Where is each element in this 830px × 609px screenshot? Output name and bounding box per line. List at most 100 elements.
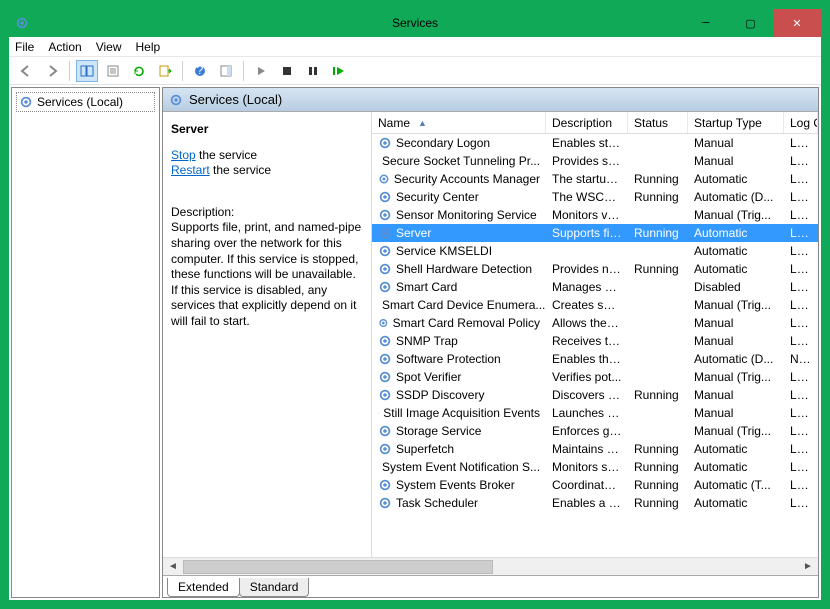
cell-description: Maintains a... [546,442,628,456]
restart-service-button[interactable] [328,60,350,82]
content-pane: Services (Local) Server Stop the service… [162,87,819,598]
pause-service-button[interactable] [302,60,324,82]
action-pane-button[interactable] [215,60,237,82]
service-icon [378,244,392,258]
cell-startup: Automatic [688,172,784,186]
cell-status: Running [628,262,688,276]
stop-service-button[interactable] [276,60,298,82]
description-text: Supports file, print, and named-pipe sha… [171,220,363,329]
cell-startup: Manual (Trig... [688,370,784,384]
help-button[interactable]: ? [189,60,211,82]
start-service-button[interactable] [250,60,272,82]
properties-button[interactable] [102,60,124,82]
cell-name: Smart Card Removal Policy [372,316,546,330]
cell-name: SSDP Discovery [372,388,546,402]
service-row[interactable]: System Events BrokerCoordinates...Runnin… [372,476,818,494]
back-button[interactable] [15,60,37,82]
minimize-button[interactable]: ─ [683,9,728,37]
cell-name: Spot Verifier [372,370,546,384]
service-row[interactable]: Service KMSELDIAutomaticLoca [372,242,818,260]
service-icon [378,226,392,240]
menu-file[interactable]: File [15,40,34,54]
maximize-button[interactable]: ▢ [728,9,773,37]
cell-description: Discovers n... [546,388,628,402]
service-icon [378,370,392,384]
cell-description: The startup ... [546,172,628,186]
forward-button[interactable] [41,60,63,82]
titlebar[interactable]: Services ─ ▢ ✕ [9,9,821,37]
cell-logon: Loca [784,442,818,456]
cell-logon: Loca [784,388,818,402]
cell-startup: Automatic [688,460,784,474]
cell-name: Service KMSELDI [372,244,546,258]
cell-logon: Loca [784,298,818,312]
refresh-button[interactable] [128,60,150,82]
service-row[interactable]: Secure Socket Tunneling Pr...Provides su… [372,152,818,170]
stop-suffix: the service [196,148,257,162]
stop-link[interactable]: Stop [171,148,196,162]
cell-status: Running [628,496,688,510]
service-row[interactable]: Smart Card Removal PolicyAllows the s...… [372,314,818,332]
cell-startup: Automatic [688,244,784,258]
cell-startup: Manual [688,316,784,330]
service-row[interactable]: Shell Hardware DetectionProvides no...Ru… [372,260,818,278]
cell-name: System Event Notification S... [372,460,546,474]
service-row[interactable]: Smart Card Device Enumera...Creates soft… [372,296,818,314]
cell-name: Task Scheduler [372,496,546,510]
cell-startup: Automatic (D... [688,352,784,366]
close-button[interactable]: ✕ [773,9,821,37]
tab-standard[interactable]: Standard [239,578,310,597]
service-row[interactable]: Smart CardManages ac...DisabledLoca [372,278,818,296]
service-row[interactable]: Still Image Acquisition EventsLaunches a… [372,404,818,422]
cell-name: Secondary Logon [372,136,546,150]
window: Services ─ ▢ ✕ File Action View Help ? [8,8,822,601]
service-row[interactable]: ServerSupports fil...RunningAutomaticLoc… [372,224,818,242]
menu-help[interactable]: Help [136,40,161,54]
h-scrollbar[interactable]: ◄ ► [163,557,818,575]
show-hide-tree-button[interactable] [76,60,98,82]
col-logon[interactable]: Log O [784,112,818,133]
scroll-track[interactable] [181,560,800,574]
service-row[interactable]: SSDP DiscoveryDiscovers n...RunningManua… [372,386,818,404]
view-tabs: Extended Standard [163,575,818,597]
service-row[interactable]: SNMP TrapReceives tra...ManualLoca [372,332,818,350]
tab-extended[interactable]: Extended [167,578,240,597]
cell-description: Enables a us... [546,496,628,510]
service-icon [378,424,392,438]
service-row[interactable]: Spot VerifierVerifies pot...Manual (Trig… [372,368,818,386]
export-button[interactable] [154,60,176,82]
service-row[interactable]: SuperfetchMaintains a...RunningAutomatic… [372,440,818,458]
scroll-left-icon[interactable]: ◄ [165,559,181,575]
tree-root-services-local[interactable]: Services (Local) [16,92,155,112]
sort-indicator-icon: ▲ [418,118,427,128]
cell-name: Sensor Monitoring Service [372,208,546,222]
cell-startup: Automatic [688,496,784,510]
restart-link[interactable]: Restart [171,163,210,177]
col-description[interactable]: Description [546,112,628,133]
service-row[interactable]: Storage ServiceEnforces gr...Manual (Tri… [372,422,818,440]
scroll-thumb[interactable] [183,560,493,574]
cell-status: Running [628,226,688,240]
service-row[interactable]: Security CenterThe WSCSV...RunningAutoma… [372,188,818,206]
menubar: File Action View Help [9,37,821,57]
menu-action[interactable]: Action [48,40,81,54]
service-row[interactable]: Sensor Monitoring ServiceMonitors va...M… [372,206,818,224]
service-row[interactable]: Security Accounts ManagerThe startup ...… [372,170,818,188]
cell-description: Provides su... [546,154,628,168]
cell-name: Server [372,226,546,240]
col-name[interactable]: Name▲ [372,112,546,133]
service-row[interactable]: System Event Notification S...Monitors s… [372,458,818,476]
col-startup-type[interactable]: Startup Type [688,112,784,133]
cell-logon: Loca [784,424,818,438]
scroll-right-icon[interactable]: ► [800,559,816,575]
services-icon [169,93,183,107]
cell-logon: Loca [784,208,818,222]
cell-logon: Loca [784,154,818,168]
cell-name: Security Accounts Manager [372,172,546,186]
service-row[interactable]: Software ProtectionEnables the ...Automa… [372,350,818,368]
service-row[interactable]: Secondary LogonEnables star...ManualLoca [372,134,818,152]
service-icon [378,352,392,366]
col-status[interactable]: Status [628,112,688,133]
menu-view[interactable]: View [96,40,122,54]
service-row[interactable]: Task SchedulerEnables a us...RunningAuto… [372,494,818,512]
